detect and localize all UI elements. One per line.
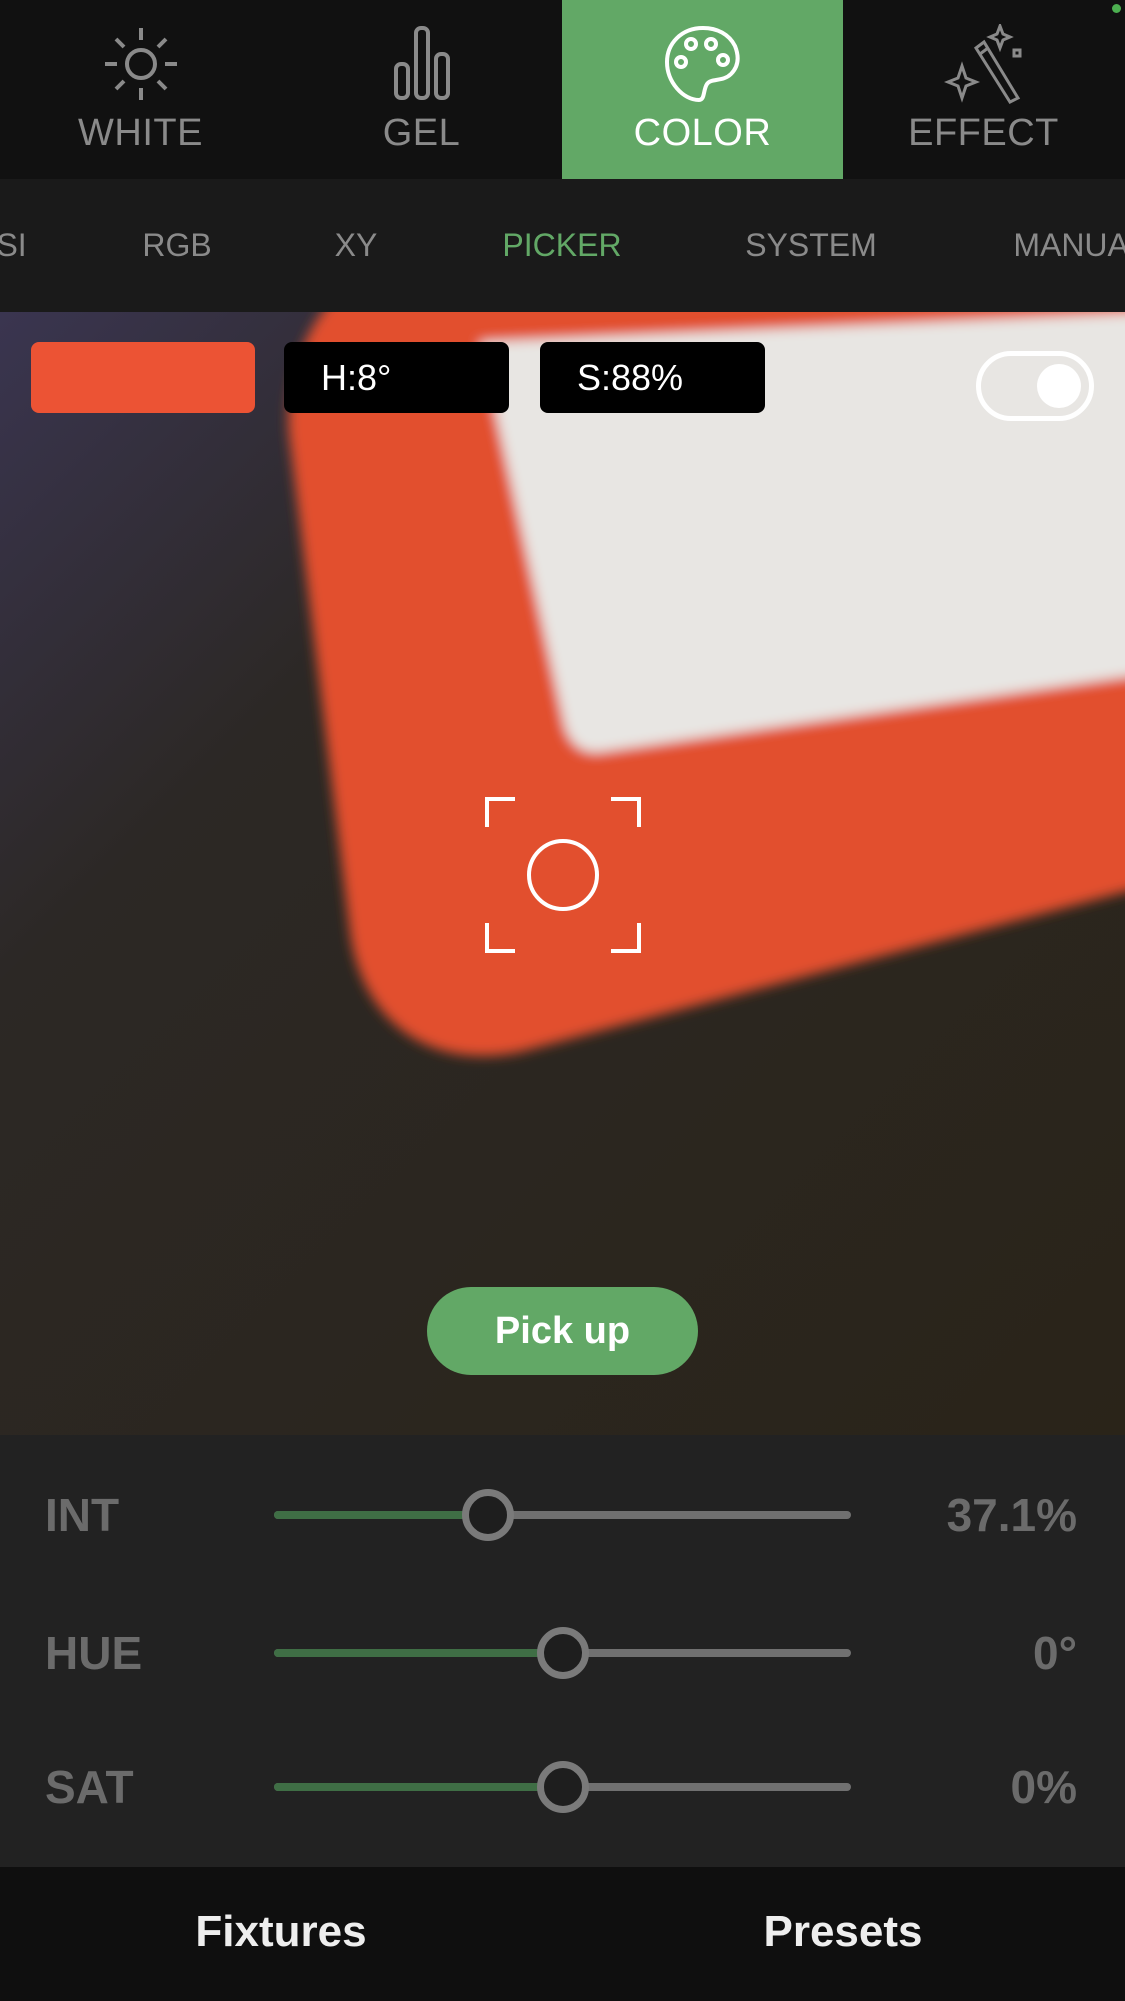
status-dot: [1112, 4, 1121, 13]
slider-int: INT 37.1%: [0, 1485, 1125, 1545]
toggle-knob: [1037, 364, 1081, 408]
nav-fixtures[interactable]: Fixtures: [195, 1907, 366, 1957]
slider-thumb[interactable]: [462, 1489, 515, 1541]
mode-label: COLOR: [633, 112, 772, 154]
camera-preview[interactable]: H:8° S:88% Pick up: [0, 312, 1125, 1435]
subtab-hsi[interactable]: HSI: [0, 227, 27, 264]
mode-tab-gel[interactable]: GEL: [281, 0, 562, 179]
mode-label: WHITE: [78, 112, 203, 154]
slider-fill: [274, 1649, 563, 1657]
mode-bar: WHITE GEL COLOR EFFECT: [0, 0, 1125, 179]
slider-label: SAT: [45, 1761, 134, 1813]
magic-wand-icon: [943, 24, 1021, 104]
sat-slider[interactable]: [274, 1761, 851, 1813]
pick-up-button[interactable]: Pick up: [427, 1287, 698, 1375]
slider-fill: [274, 1783, 563, 1791]
slider-sat: SAT 0%: [0, 1757, 1125, 1817]
int-slider[interactable]: [274, 1489, 851, 1541]
subtab-manual[interactable]: MANUAL: [1013, 227, 1125, 264]
slider-label: HUE: [45, 1627, 143, 1679]
slider-fill: [274, 1511, 489, 1519]
mode-tab-white[interactable]: WHITE: [0, 0, 281, 179]
sun-icon: [104, 28, 177, 100]
subtab-picker[interactable]: PICKER: [502, 227, 621, 264]
hue-readout: H:8°: [284, 342, 509, 413]
reticle-icon: [485, 797, 641, 953]
slider-value: 0°: [1033, 1627, 1077, 1679]
slider-hue: HUE 0°: [0, 1623, 1125, 1683]
color-subtabs: HSI RGB XY PICKER SYSTEM MANUAL: [0, 179, 1125, 491]
mode-tab-color[interactable]: COLOR: [562, 0, 843, 179]
mode-tab-effect[interactable]: EFFECT: [843, 0, 1124, 179]
slider-thumb[interactable]: [536, 1627, 589, 1679]
subtab-system[interactable]: SYSTEM: [745, 227, 877, 264]
mode-label: GEL: [382, 112, 461, 154]
slider-value: 37.1%: [946, 1489, 1077, 1541]
picked-color-swatch: [31, 342, 255, 413]
subtab-xy[interactable]: XY: [335, 227, 378, 264]
palette-icon: [664, 25, 740, 103]
slider-value: 0%: [1010, 1761, 1077, 1813]
bars-icon: [393, 26, 450, 100]
slider-panel: INT 37.1% HUE 0° SAT 0%: [0, 1435, 1125, 1867]
picker-toggle[interactable]: [976, 351, 1094, 421]
slider-label: INT: [45, 1489, 120, 1541]
hue-slider[interactable]: [274, 1627, 851, 1679]
slider-thumb[interactable]: [536, 1761, 589, 1813]
saturation-readout: S:88%: [540, 342, 765, 413]
mode-label: EFFECT: [908, 112, 1059, 154]
nav-presets[interactable]: Presets: [763, 1907, 922, 1957]
subtab-rgb[interactable]: RGB: [142, 227, 211, 264]
bottom-nav: Fixtures Presets: [0, 1867, 1125, 2001]
